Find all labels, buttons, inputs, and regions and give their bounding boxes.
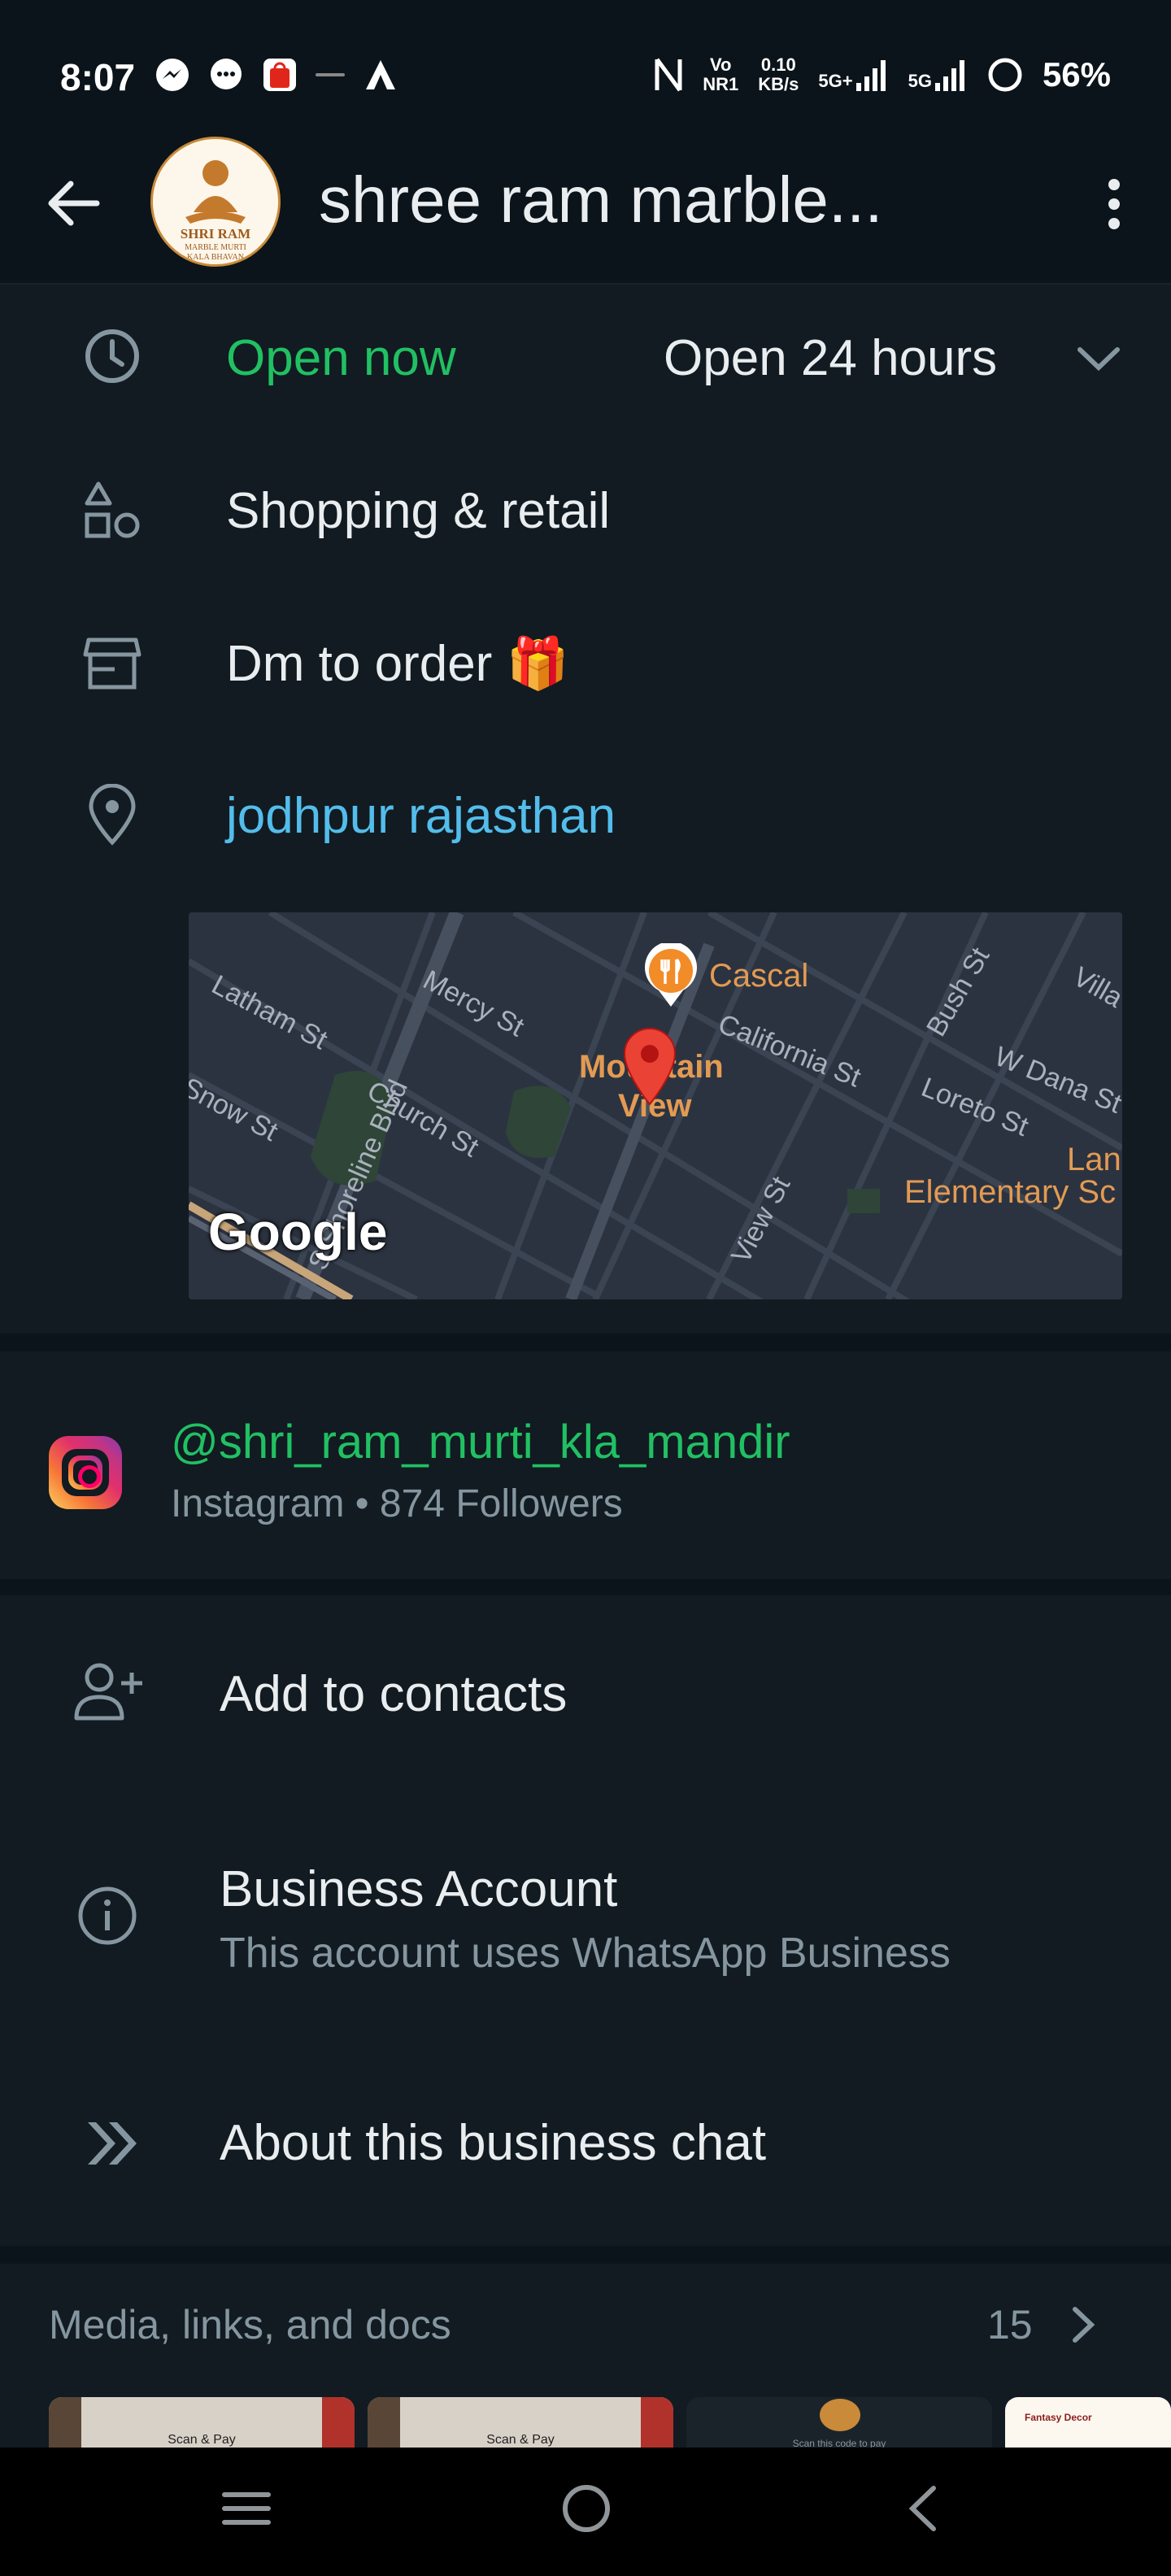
chevron-down-icon — [1077, 347, 1120, 372]
thumbnail-caption: Scan & Pay — [486, 2433, 555, 2447]
signal-bars-icon — [855, 60, 886, 91]
sim2-label: 5G — [908, 71, 932, 91]
recent-apps-button[interactable] — [220, 2482, 273, 2535]
hours-expand-button[interactable] — [1072, 338, 1125, 379]
menu-icon — [222, 2492, 271, 2525]
messenger-icon — [156, 59, 189, 91]
app-a-icon — [366, 60, 395, 89]
battery-ring-icon — [988, 58, 1022, 92]
business-category: Shopping & retail — [226, 483, 611, 539]
info-icon — [75, 1883, 140, 1948]
category-shapes-icon — [80, 478, 145, 543]
svg-text:SHRI RAM: SHRI RAM — [181, 226, 250, 242]
add-to-contacts-button[interactable] — [0, 1595, 1171, 1791]
business-account-title: Business Account — [220, 1861, 618, 1917]
thumbnail-caption: Fantasy Decor — [1025, 2412, 1092, 2423]
instagram-followers: Instagram • 874 Followers — [171, 1482, 623, 1525]
restaurant-pin-icon — [645, 943, 697, 1007]
storefront-icon — [80, 631, 145, 696]
battery-percent: 56% — [1042, 55, 1111, 94]
home-button[interactable] — [558, 2480, 615, 2537]
signal-sim2: 5G — [908, 59, 968, 91]
circle-icon — [563, 2485, 610, 2532]
location-map[interactable]: Latham St Mercy St S Shoreline Blvd Chur… — [189, 912, 1122, 1299]
contact-name[interactable]: shree ram marble... — [319, 163, 883, 237]
dot — [1108, 198, 1120, 210]
business-description: Dm to order 🎁 — [226, 636, 569, 692]
location-pin-icon — [80, 782, 145, 847]
shopping-bag-icon — [263, 59, 296, 91]
volte-indicator: Vo NR1 — [703, 54, 739, 94]
map-poi-label: Lan — [1067, 1142, 1121, 1177]
media-count: 15 — [987, 2302, 1033, 2348]
map-pin-icon — [623, 1028, 677, 1106]
system-back-button[interactable] — [898, 2480, 947, 2537]
add-person-icon — [73, 1659, 146, 1724]
map-poi-label: Elementary Sc — [904, 1174, 1117, 1210]
nfc-icon — [655, 58, 682, 92]
signal-bars-icon — [934, 60, 964, 91]
instagram-icon — [49, 1436, 122, 1509]
notification-icons — [155, 57, 398, 93]
rapido-icon — [316, 73, 345, 76]
double-chevron-icon — [80, 2111, 145, 2176]
add-to-contacts-label: Add to contacts — [220, 1666, 568, 1722]
dot — [1108, 179, 1120, 190]
open-status: Open now — [226, 330, 456, 386]
business-account-row[interactable] — [0, 1805, 1171, 2033]
signal-sim1: 5G+ — [818, 59, 888, 91]
map-poi-label: Cascal — [709, 958, 809, 994]
data-speed: 0.10 KB/s — [758, 54, 799, 94]
logo-icon: SHRI RAM MARBLE MURTI KALA BHAVAN — [153, 139, 278, 264]
business-account-subtitle: This account uses WhatsApp Business — [220, 1930, 951, 1977]
more-options-button[interactable] — [1090, 168, 1138, 241]
sim1-label: 5G+ — [818, 71, 853, 91]
dot — [1108, 218, 1120, 229]
clock-icon — [80, 324, 145, 389]
business-avatar[interactable]: SHRI RAM MARBLE MURTI KALA BHAVAN — [150, 137, 281, 267]
hours-detail[interactable]: Open 24 hours — [664, 329, 997, 387]
thumbnail-caption: Scan & Pay — [168, 2433, 236, 2447]
chat-bubble-icon — [211, 59, 242, 89]
instagram-handle[interactable]: @shri_ram_murti_kla_mandir — [171, 1415, 790, 1469]
business-location-link[interactable]: jodhpur rajasthan — [226, 787, 616, 845]
chevron-right-icon — [1067, 2303, 1099, 2351]
google-watermark: Google — [208, 1203, 388, 1261]
about-business-chat-label: About this business chat — [220, 2115, 767, 2171]
svg-text:KALA BHAVAN: KALA BHAVAN — [187, 253, 244, 262]
svg-text:MARBLE MURTI: MARBLE MURTI — [185, 243, 246, 252]
chevron-left-icon — [908, 2486, 936, 2531]
back-button[interactable] — [41, 171, 106, 236]
status-right: Vo NR1 0.10 KB/s 5G+ 5G 56% — [654, 55, 1111, 94]
arrow-left-icon — [48, 181, 100, 226]
status-time: 8:07 — [60, 56, 136, 98]
media-title: Media, links, and docs — [49, 2302, 451, 2348]
